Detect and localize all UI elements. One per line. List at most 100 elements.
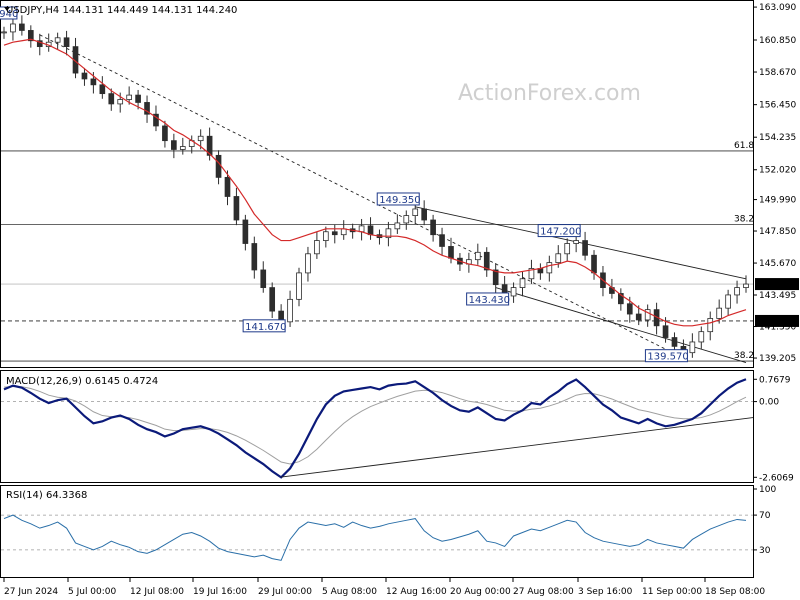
price-y-tick-label: 152.020 xyxy=(759,166,796,176)
candle-body xyxy=(81,72,88,80)
price-annotation-label: 139.570 xyxy=(647,352,688,363)
x-tick-label: 19 Jul 16:00 xyxy=(193,587,247,597)
rsi-y-tick-label: 30 xyxy=(759,546,771,556)
candle-body xyxy=(224,176,231,197)
x-tick-label: 5 Jul 00:00 xyxy=(68,587,117,597)
x-tick-label: 12 Jul 08:00 xyxy=(130,587,184,597)
candle-body xyxy=(519,278,526,288)
usdjpy-h4-chart: ActionForex.com 61.838.238.2161.940149.3… xyxy=(0,0,799,597)
x-tick-label: 27 Aug 08:00 xyxy=(513,587,574,597)
macd-y-tick-label: -2.6069 xyxy=(759,473,794,483)
macd-y-tick-label: 0.7679 xyxy=(759,375,791,385)
candle-body xyxy=(707,318,714,333)
watermark: ActionForex.com xyxy=(458,81,641,106)
price-y-tick-label: 145.670 xyxy=(759,259,796,269)
candle-body xyxy=(626,303,633,315)
candle-body xyxy=(725,294,731,309)
candle-body xyxy=(689,341,696,354)
candle-body xyxy=(430,219,436,236)
candle-body xyxy=(162,125,168,142)
price-y-tick-label: 154.235 xyxy=(759,133,796,143)
price-y-tick-label: 156.450 xyxy=(759,101,796,111)
candle-body xyxy=(19,23,25,31)
candle-body xyxy=(734,287,740,296)
candle-body xyxy=(555,253,562,264)
candle-body xyxy=(323,231,329,241)
price-y-tick-label: 147.850 xyxy=(759,227,796,237)
candle-body xyxy=(10,23,16,33)
candle-body xyxy=(287,298,293,323)
candle-body xyxy=(251,243,258,271)
candle-body xyxy=(671,337,678,347)
x-tick-label: 18 Sep 08:00 xyxy=(705,587,765,597)
candle-body xyxy=(510,287,517,297)
candle-body xyxy=(448,246,454,259)
price-y-tick-label: 160.850 xyxy=(759,36,796,46)
rsi-title: RSI(14) 64.3368 xyxy=(6,490,87,501)
fib-level-label: 38.2 xyxy=(734,214,754,224)
price-title: USDJPY,H4 144.131 144.449 144.131 144.24… xyxy=(6,5,237,16)
candle-body xyxy=(582,240,588,256)
macd-panel xyxy=(0,370,754,483)
candle-body xyxy=(135,94,141,103)
candle-body xyxy=(108,93,115,105)
candle-body xyxy=(367,225,374,236)
candle-body xyxy=(1,31,7,34)
price-y-tick-label: 149.990 xyxy=(759,196,796,206)
price-y-tick-label: 143.495 xyxy=(759,291,796,301)
candle-body xyxy=(314,240,320,255)
fib-level-label: 61.8 xyxy=(734,141,754,151)
candle-body xyxy=(171,140,177,150)
candle-body xyxy=(305,253,311,274)
candle-body xyxy=(260,269,267,288)
candle-body xyxy=(573,240,579,244)
candle-body xyxy=(242,219,249,244)
price-y-tick-label: 163.090 xyxy=(759,3,796,13)
x-tick-label: 11 Sep 00:00 xyxy=(642,587,702,597)
candle-body xyxy=(331,231,338,236)
rsi-y-tick-label: 70 xyxy=(759,511,771,521)
x-tick-label: 3 Sep 16:00 xyxy=(578,587,633,597)
price-marker-label: 144.240 xyxy=(759,280,796,290)
candle-body xyxy=(215,154,222,178)
candle-body xyxy=(90,78,97,86)
candle-body xyxy=(635,313,642,321)
candle-body xyxy=(394,222,401,230)
candle-body xyxy=(296,272,302,300)
candle-body xyxy=(662,325,669,338)
chart-root: ActionForex.com 61.838.238.2161.940149.3… xyxy=(0,0,800,600)
price-annotation-label: 141.670 xyxy=(245,322,286,333)
price-annotation-label: 149.350 xyxy=(379,195,420,206)
x-tick-label: 29 Jul 00:00 xyxy=(258,587,312,597)
x-tick-label: 5 Aug 08:00 xyxy=(322,587,377,597)
candle-body xyxy=(474,251,481,261)
rsi-panel xyxy=(0,485,754,578)
candle-body xyxy=(591,254,597,274)
x-tick-label: 20 Aug 00:00 xyxy=(450,587,511,597)
candle-body xyxy=(197,135,204,142)
macd-y-tick-label: 0.00 xyxy=(759,398,779,408)
candle-body xyxy=(412,208,419,216)
macd-title: MACD(12,26,9) 0.6145 0.4724 xyxy=(6,376,158,387)
candle-body xyxy=(269,287,276,312)
candle-body xyxy=(403,215,410,224)
x-tick-label: 27 Jun 2024 xyxy=(4,587,58,597)
candle-body xyxy=(233,196,240,221)
candle-body xyxy=(421,208,427,221)
price-y-tick-label: 139.205 xyxy=(759,354,796,364)
price-annotation-label: 147.200 xyxy=(540,227,581,238)
candle-body xyxy=(564,243,571,255)
rsi-y-tick-label: 100 xyxy=(759,485,776,495)
candle-body xyxy=(63,37,70,48)
price-panel xyxy=(0,0,754,368)
candle-body xyxy=(117,99,124,105)
candle-body xyxy=(743,283,749,288)
candle-body xyxy=(54,37,61,43)
x-tick-label: 12 Aug 16:00 xyxy=(386,587,447,597)
price-marker-label: 141.730 xyxy=(759,317,796,327)
candle-body xyxy=(546,262,553,274)
candle-body xyxy=(126,94,132,100)
candle-body xyxy=(716,307,723,319)
candle-body xyxy=(439,234,445,247)
price-annotation-label: 143.430 xyxy=(469,295,510,306)
